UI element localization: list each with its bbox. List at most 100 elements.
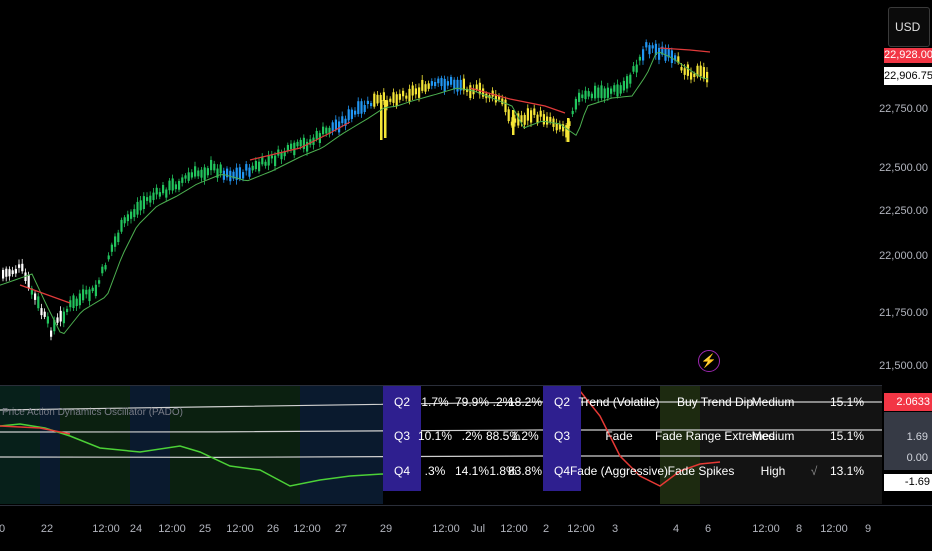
candle bbox=[613, 85, 616, 92]
candle bbox=[11, 270, 14, 275]
time-label: 12:00 bbox=[92, 523, 120, 535]
quartile-distribution-table: Q2 1.7% 79.9% .2% 18.2% Q3 10.1% .2% 88.… bbox=[383, 386, 543, 491]
candle bbox=[107, 255, 110, 260]
candle bbox=[94, 284, 97, 297]
candle bbox=[414, 88, 417, 95]
candle bbox=[632, 66, 635, 72]
candle bbox=[219, 164, 222, 174]
price-tag-top: 22,928.00 bbox=[884, 48, 932, 63]
candle bbox=[149, 195, 152, 203]
price-label: 22,750.00 bbox=[879, 103, 928, 115]
candle bbox=[382, 92, 385, 101]
candle bbox=[690, 72, 693, 80]
candle bbox=[322, 126, 325, 135]
candle bbox=[542, 114, 545, 125]
candle bbox=[306, 141, 309, 152]
candle bbox=[251, 165, 254, 171]
candle bbox=[5, 268, 8, 277]
lightning-icon[interactable]: ⚡ bbox=[698, 350, 720, 372]
candle bbox=[512, 110, 515, 135]
regime-shade bbox=[170, 386, 220, 504]
price-label: 21,750.00 bbox=[879, 307, 928, 319]
candle bbox=[421, 79, 424, 91]
candle bbox=[66, 308, 69, 313]
candle bbox=[126, 214, 129, 222]
time-label: 6 bbox=[704, 523, 712, 535]
time-label: 12:00 bbox=[500, 523, 528, 535]
check-icon: √ bbox=[810, 464, 818, 478]
table-cell: .3% bbox=[424, 464, 446, 478]
time-label: 22 bbox=[40, 523, 54, 535]
candle bbox=[380, 100, 383, 140]
table-cell: Q2 bbox=[394, 395, 411, 409]
candle bbox=[389, 98, 392, 102]
candle bbox=[357, 101, 360, 114]
time-label: 27 bbox=[334, 523, 348, 535]
regime-shade bbox=[300, 386, 383, 504]
candle bbox=[702, 67, 705, 79]
candle bbox=[366, 100, 369, 104]
candle bbox=[331, 122, 334, 131]
price-label: 22,250.00 bbox=[879, 205, 928, 217]
price-chart[interactable] bbox=[0, 0, 882, 385]
moving-average-segment-red bbox=[19, 284, 71, 304]
candle bbox=[37, 296, 40, 309]
candle bbox=[411, 85, 414, 96]
candle bbox=[453, 79, 456, 90]
candle bbox=[248, 167, 251, 177]
time-label: 4 bbox=[672, 523, 680, 535]
candle bbox=[549, 116, 552, 122]
candle bbox=[606, 87, 609, 98]
candle bbox=[56, 317, 59, 323]
table-cell: Q2 bbox=[554, 395, 571, 409]
candle bbox=[133, 209, 136, 218]
candle bbox=[184, 175, 187, 179]
table-cell: Q3 bbox=[554, 429, 571, 443]
candle bbox=[693, 73, 696, 77]
candle bbox=[190, 172, 193, 178]
time-axis[interactable]: 0 22 12:00 24 12:00 25 12:00 26 12:00 27… bbox=[0, 505, 932, 551]
candle bbox=[418, 87, 421, 98]
oscillator-title: Price Action Dynamics Oscillator (PADO) bbox=[2, 407, 183, 418]
candle bbox=[254, 160, 257, 170]
currency-button[interactable]: USD bbox=[888, 7, 930, 47]
time-label: Jul bbox=[470, 523, 486, 535]
candle bbox=[203, 167, 206, 180]
table-cell: Fade bbox=[605, 429, 633, 443]
candle bbox=[427, 83, 430, 89]
time-label: 29 bbox=[379, 523, 393, 535]
candle bbox=[168, 180, 171, 191]
price-axis[interactable]: USD 22,928.00 22,906.75 22,750.00 22,500… bbox=[879, 0, 932, 505]
time-label: 26 bbox=[266, 523, 280, 535]
candle bbox=[360, 101, 363, 114]
candle bbox=[648, 45, 651, 55]
candle bbox=[101, 266, 104, 274]
price-label: 22,500.00 bbox=[879, 162, 928, 174]
table-cell: 18.2% bbox=[507, 395, 543, 409]
candle bbox=[72, 295, 75, 308]
candle bbox=[136, 201, 139, 215]
candle bbox=[267, 155, 270, 166]
candle bbox=[296, 141, 299, 147]
candle bbox=[363, 105, 366, 112]
candle bbox=[21, 263, 24, 272]
regime-shade bbox=[130, 386, 170, 504]
candle bbox=[504, 99, 507, 113]
candle bbox=[590, 93, 593, 99]
regime-shade bbox=[0, 386, 40, 504]
candle bbox=[587, 91, 590, 97]
candle bbox=[594, 85, 597, 99]
candle bbox=[334, 119, 337, 130]
osc-value-tag: 2.0633 bbox=[884, 393, 932, 411]
candle bbox=[43, 311, 46, 317]
candle bbox=[245, 164, 248, 171]
candle bbox=[158, 192, 161, 197]
candle bbox=[571, 110, 574, 115]
time-label: 3 bbox=[611, 523, 619, 535]
time-label: 0 bbox=[0, 523, 6, 535]
time-label: 12:00 bbox=[293, 523, 321, 535]
candle bbox=[40, 308, 43, 316]
candle bbox=[264, 161, 267, 166]
candle bbox=[443, 78, 446, 92]
osc-low-tag: -1.69 bbox=[884, 474, 932, 491]
